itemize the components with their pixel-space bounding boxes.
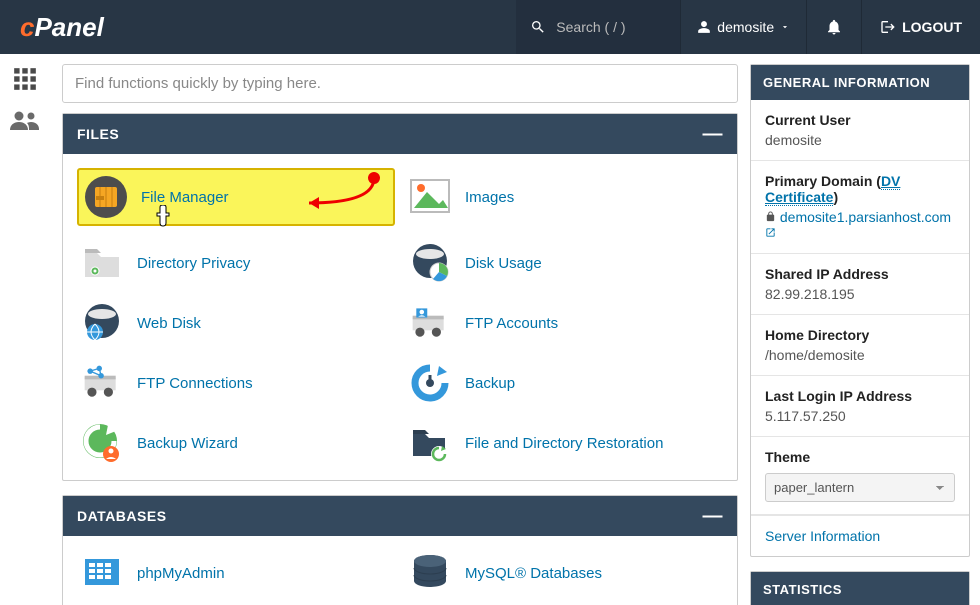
theme-block: Theme paper_lantern	[751, 437, 969, 515]
files-panel-header[interactable]: FILES —	[63, 114, 737, 154]
images-link[interactable]: Images	[465, 189, 514, 206]
images-item[interactable]: Images	[405, 168, 723, 226]
bell-icon	[825, 18, 843, 36]
disk-usage-icon	[409, 242, 451, 284]
file-restoration-link[interactable]: File and Directory Restoration	[465, 435, 663, 452]
cursor-icon	[154, 205, 172, 232]
file-manager-icon	[85, 176, 127, 218]
notifications-button[interactable]	[807, 0, 862, 54]
web-disk-link[interactable]: Web Disk	[137, 315, 201, 332]
current-user-block: Current User demosite	[751, 100, 969, 161]
server-info-link[interactable]: Server Information	[751, 515, 969, 556]
phpmyadmin-item[interactable]: phpMyAdmin	[77, 550, 395, 596]
ftp-accounts-link[interactable]: FTP Accounts	[465, 315, 558, 332]
statistics-title: STATISTICS	[751, 572, 969, 605]
header-search[interactable]	[516, 0, 680, 54]
collapse-icon[interactable]: —	[703, 124, 724, 144]
web-disk-item[interactable]: Web Disk	[77, 300, 395, 346]
header: cPanel demosite LOGOUT	[0, 0, 980, 54]
ftp-connections-icon	[81, 362, 123, 404]
web-disk-icon	[81, 302, 123, 344]
disk-usage-link[interactable]: Disk Usage	[465, 255, 542, 272]
last-login-block: Last Login IP Address 5.117.57.250	[751, 376, 969, 437]
ftp-connections-item[interactable]: FTP Connections	[77, 360, 395, 406]
shared-ip-block: Shared IP Address 82.99.218.195	[751, 254, 969, 315]
directory-privacy-item[interactable]: Directory Privacy	[77, 240, 395, 286]
theme-select[interactable]: paper_lantern	[765, 473, 955, 502]
primary-domain-block: Primary Domain (DV Certificate) demosite…	[751, 161, 969, 254]
backup-wizard-item[interactable]: Backup Wizard	[77, 420, 395, 466]
backup-link[interactable]: Backup	[465, 375, 515, 392]
directory-privacy-link[interactable]: Directory Privacy	[137, 255, 250, 272]
lock-icon	[765, 211, 776, 222]
mysql-databases-icon	[409, 552, 451, 594]
ftp-accounts-icon	[409, 302, 451, 344]
mysql-databases-link[interactable]: MySQL® Databases	[465, 565, 602, 582]
external-link-icon	[765, 227, 776, 238]
cpanel-logo: cPanel	[0, 12, 104, 43]
chevron-down-icon	[780, 22, 790, 32]
home-dir-block: Home Directory /home/demosite	[751, 315, 969, 376]
file-manager-link[interactable]: File Manager	[141, 189, 229, 206]
disk-usage-item[interactable]: Disk Usage	[405, 240, 723, 286]
primary-domain-link[interactable]: demosite1.parsianhost.com	[765, 209, 951, 241]
backup-item[interactable]: Backup	[405, 360, 723, 406]
ftp-accounts-item[interactable]: FTP Accounts	[405, 300, 723, 346]
file-restoration-item[interactable]: File and Directory Restoration	[405, 420, 723, 466]
images-icon	[409, 176, 451, 218]
backup-wizard-link[interactable]: Backup Wizard	[137, 435, 238, 452]
directory-privacy-icon	[81, 242, 123, 284]
annotation-arrow	[229, 168, 389, 213]
icon-sidebar	[0, 54, 50, 605]
user-menu-button[interactable]: demosite	[680, 0, 807, 54]
phpmyadmin-icon	[81, 552, 123, 594]
right-sidebar: GENERAL INFORMATION Current User demosit…	[750, 54, 980, 605]
logout-icon	[880, 19, 896, 35]
databases-panel-title: DATABASES	[77, 508, 167, 524]
file-manager-item[interactable]: File Manager	[77, 168, 395, 226]
header-search-input[interactable]	[556, 19, 666, 35]
users-icon[interactable]	[10, 108, 40, 132]
collapse-icon[interactable]: —	[703, 506, 724, 526]
grid-icon[interactable]	[12, 66, 38, 92]
ftp-connections-link[interactable]: FTP Connections	[137, 375, 253, 392]
files-panel: FILES — File Manager	[62, 113, 738, 481]
general-info-title: GENERAL INFORMATION	[751, 65, 969, 100]
user-icon	[697, 20, 711, 34]
search-icon	[530, 19, 546, 35]
files-panel-title: FILES	[77, 126, 119, 142]
general-info-panel: GENERAL INFORMATION Current User demosit…	[750, 64, 970, 557]
backup-icon	[409, 362, 451, 404]
databases-panel-header[interactable]: DATABASES —	[63, 496, 737, 536]
find-functions-input[interactable]	[62, 64, 738, 103]
logout-button[interactable]: LOGOUT	[862, 0, 980, 54]
main-content: FILES — File Manager	[50, 54, 750, 605]
phpmyadmin-link[interactable]: phpMyAdmin	[137, 565, 225, 582]
databases-panel: DATABASES — phpMyAdmin MySQL® Databases	[62, 495, 738, 605]
file-restoration-icon	[409, 422, 451, 464]
mysql-databases-item[interactable]: MySQL® Databases	[405, 550, 723, 596]
backup-wizard-icon	[81, 422, 123, 464]
statistics-panel: STATISTICS	[750, 571, 970, 605]
